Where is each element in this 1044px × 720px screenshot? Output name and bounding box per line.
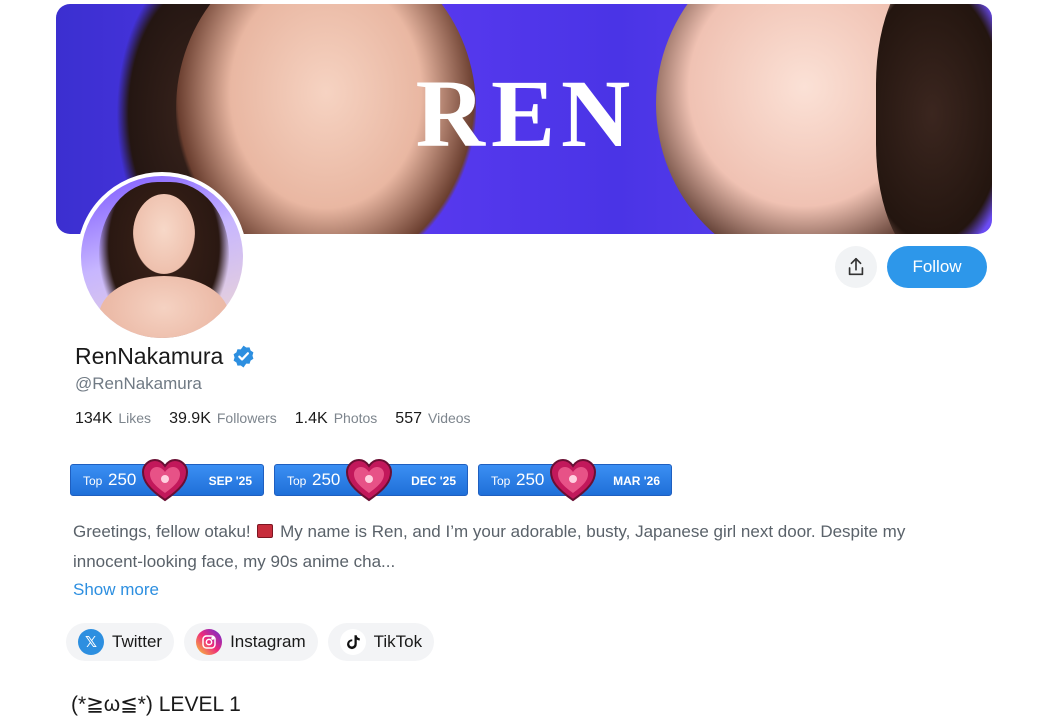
stat-label: Followers: [216, 410, 277, 426]
profile-stats: 134K Likes 39.9K Followers 1.4K Photos 5…: [75, 410, 471, 428]
profile-bio: Greetings, fellow otaku! My name is Ren,…: [73, 517, 963, 577]
follow-button[interactable]: Follow: [887, 246, 987, 288]
social-links: 𝕏 Twitter Instagram TikTok: [66, 623, 435, 661]
stat-label: Photos: [333, 410, 378, 426]
banner-photo-right-hair: [876, 4, 992, 234]
badge-rank: 250: [108, 470, 137, 489]
verified-badge-icon: [233, 345, 254, 368]
avatar[interactable]: [77, 172, 247, 342]
top-rank-badge[interactable]: Top 250 DEC '25: [274, 459, 468, 502]
badge-rank: 250: [312, 470, 341, 489]
stat-value: 39.9K: [169, 410, 211, 427]
badge-top-label: Top: [491, 474, 511, 488]
tiktok-icon: [339, 629, 366, 655]
badge-rank: 250: [516, 470, 545, 489]
stat-photos[interactable]: 1.4K Photos: [295, 410, 378, 428]
share-button[interactable]: [835, 246, 877, 288]
social-link-tiktok[interactable]: TikTok: [327, 623, 435, 661]
x-icon: 𝕏: [78, 629, 104, 655]
level-heading: (*≧ω≦*) LEVEL 1: [71, 693, 241, 716]
ranking-badges: Top 250 SEP '25 Top 250 DEC '25 Top 250 …: [70, 459, 672, 502]
show-more-link[interactable]: Show more: [73, 580, 159, 600]
instagram-icon: [196, 629, 223, 655]
social-label: Twitter: [112, 632, 163, 651]
stat-value: 1.4K: [294, 410, 328, 427]
display-name: RenNakamura: [75, 343, 224, 369]
heart-medal-icon: [549, 459, 597, 502]
badge-top-label: Top: [287, 474, 307, 488]
social-label: Instagram: [230, 632, 306, 651]
badge-date: MAR '26: [613, 474, 660, 488]
top-rank-badge[interactable]: Top 250 SEP '25: [70, 459, 264, 502]
badge-date: DEC '25: [411, 474, 456, 488]
badge-top-label: Top: [83, 474, 103, 488]
share-icon: [848, 257, 864, 276]
top-rank-badge[interactable]: Top 250 MAR '26: [478, 459, 672, 502]
stat-value: 557: [395, 410, 422, 427]
social-label: TikTok: [373, 632, 423, 651]
stat-label: Likes: [118, 410, 152, 426]
social-link-twitter[interactable]: 𝕏 Twitter: [66, 623, 175, 661]
profile-handle: @RenNakamura: [75, 374, 202, 393]
stat-value: 134K: [75, 410, 113, 427]
social-link-instagram[interactable]: Instagram: [184, 623, 318, 661]
heart-medal-icon: [345, 459, 393, 502]
stat-videos[interactable]: 557 Videos: [395, 410, 470, 428]
bio-text-start: Greetings, fellow otaku!: [73, 522, 251, 541]
love-letter-emoji-icon: [257, 524, 274, 538]
stat-likes: 134K Likes: [75, 410, 151, 428]
stat-label: Videos: [428, 410, 471, 426]
badge-date: SEP '25: [208, 474, 252, 488]
profile-name-row: RenNakamura: [75, 343, 256, 370]
banner-brand-text: REN: [415, 60, 637, 167]
heart-medal-icon: [141, 459, 189, 502]
stat-followers[interactable]: 39.9K Followers: [169, 410, 277, 428]
